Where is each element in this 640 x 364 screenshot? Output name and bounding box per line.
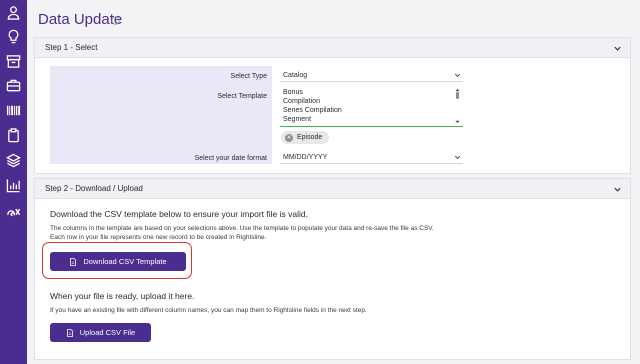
barcode-icon[interactable] [5,102,22,119]
chevron-down-icon[interactable] [613,185,622,194]
chevron-down-icon[interactable] [613,44,622,53]
download-description: Each row in your file represents one new… [50,234,267,241]
select-type-value: Catalog [283,72,308,79]
template-option[interactable]: Bonus [283,89,303,96]
step2-header[interactable]: Step 2 - Download / Upload [35,179,630,199]
chevron-down-icon [455,155,460,159]
step2-title: Step 2 - Download / Upload [45,184,143,193]
template-option[interactable]: Segment [283,116,311,123]
download-description: The columns in the template are based on… [50,225,434,232]
select-template-label: Select Template [217,93,267,100]
close-icon[interactable]: ✕ [285,133,293,142]
form-labels-area [50,66,272,164]
page-title: Data Update [38,11,123,28]
chevron-down-icon [455,73,460,77]
clipboard-icon[interactable] [5,127,22,144]
step1-header[interactable]: Step 1 - Select [35,38,630,58]
template-option[interactable]: Compilation [283,98,320,105]
upload-description: If you have an existing file with differ… [50,307,367,314]
bar-chart-icon[interactable] [5,177,22,194]
upload-heading: When your file is ready, upload it here. [50,291,195,301]
layers-icon[interactable] [5,152,22,169]
user-icon[interactable] [5,4,22,21]
brand-icon[interactable] [5,202,22,219]
highlight-annotation [42,242,192,279]
help-icon[interactable]: ? [111,16,120,25]
scroll-down-icon[interactable] [455,120,460,124]
side-nav [0,0,27,364]
select-type-dropdown[interactable]: Catalog [280,70,463,82]
upload-csv-button[interactable]: Upload CSV File [50,323,151,342]
step1-title: Step 1 - Select [45,43,98,52]
template-listbox[interactable]: Bonus Compilation Series Compilation Seg… [280,88,463,127]
briefcase-icon[interactable] [5,77,22,94]
archive-icon[interactable] [5,53,22,70]
select-type-label: Select Type [230,73,267,80]
date-format-dropdown[interactable]: MM/DD/YYYY [280,152,463,164]
listbox-scrollbar[interactable] [456,92,459,99]
step1-panel: Step 1 - Select Select Type Catalog Sele… [34,37,631,174]
date-format-value: MM/DD/YYYY [283,154,328,161]
download-heading: Download the CSV template below to ensur… [50,209,308,219]
svg-text:?: ? [114,18,117,24]
template-option[interactable]: Series Compilation [283,107,342,114]
chip-label: Episode [297,134,323,141]
lightbulb-icon[interactable] [5,28,22,45]
date-format-label: Select your date format [194,155,267,162]
file-icon [66,328,73,337]
upload-button-label: Upload CSV File [79,328,136,337]
selected-chip: ✕ Episode [281,131,329,144]
